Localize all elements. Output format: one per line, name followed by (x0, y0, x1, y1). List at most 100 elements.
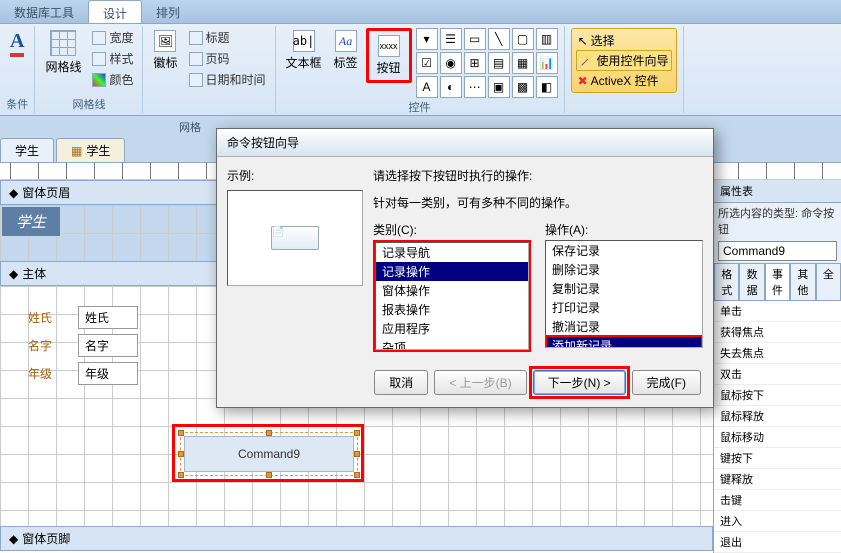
prop-tab-format[interactable]: 格式 (714, 263, 739, 300)
ctrl-e-icon[interactable]: ▩ (512, 76, 534, 98)
gridlines-button[interactable]: 网格线 (41, 28, 85, 77)
select-button[interactable]: ↖选择 (576, 31, 672, 50)
category-item[interactable]: 记录操作 (376, 262, 528, 281)
color-button[interactable]: 颜色 (89, 70, 136, 89)
logo-button[interactable]: 🖼徽标 (149, 28, 181, 73)
action-item[interactable]: 删除记录 (546, 260, 702, 279)
prop-tab-event[interactable]: 事件 (765, 263, 790, 300)
prop-row[interactable]: 鼠标释放 (714, 406, 841, 427)
field-lastname-box[interactable]: 姓氏 (78, 306, 138, 329)
prop-event-list[interactable]: 单击 获得焦点 失去焦点 双击 鼠标按下 鼠标释放 鼠标移动 键按下 键释放 击… (714, 301, 841, 553)
action-item[interactable]: 复制记录 (546, 279, 702, 298)
style-button[interactable]: 样式 (89, 49, 136, 68)
command9-button[interactable]: Command9 (184, 436, 354, 472)
ctrl-sub-icon[interactable]: ▭ (464, 28, 486, 50)
use-wizard-toggle[interactable]: 🪄使用控件向导 (576, 50, 672, 71)
example-button-icon: 📄 (271, 226, 319, 250)
field-grade[interactable]: 年级 年级 (28, 362, 138, 385)
category-item[interactable]: 应用程序 (376, 319, 528, 338)
group-conditional-label: 条件 (6, 95, 28, 113)
tab-design[interactable]: 设计 (88, 0, 142, 23)
prop-row[interactable]: 键按下 (714, 448, 841, 469)
ctrl-check-icon[interactable]: ☑ (416, 52, 438, 74)
instruction1: 请选择按下按钮时执行的操作: (373, 167, 703, 184)
textbox-button[interactable]: ab|文本框 (282, 28, 326, 73)
category-listbox[interactable]: 记录导航记录操作窗体操作报表操作应用程序杂项 (375, 242, 529, 350)
ctrl-c-icon[interactable]: ⋯ (464, 76, 486, 98)
action-item[interactable]: 添加新记录 (546, 336, 702, 348)
field-firstname-box[interactable]: 名字 (78, 334, 138, 357)
command-button-wizard-dialog: 命令按钮向导 示例: 📄 请选择按下按钮时执行的操作: 针对每一类别，可有多种不… (216, 128, 714, 408)
ctrl-tab-icon[interactable]: ▤ (488, 52, 510, 74)
tab-arrange[interactable]: 排列 (142, 0, 194, 23)
select-panel: ↖选择 🪄使用控件向导 ✖ActiveX 控件 (571, 28, 677, 93)
ctrl-combo-icon[interactable]: ▾ (416, 28, 438, 50)
ribbon-tabs: 数据库工具 设计 排列 (0, 0, 841, 24)
doc-tab-student2[interactable]: ▦学生 (56, 138, 125, 162)
category-item[interactable]: 记录导航 (376, 243, 528, 262)
title-button[interactable]: 标题 (186, 28, 269, 47)
ctrl-chart-icon[interactable]: 📊 (536, 52, 558, 74)
ribbon: A 条件 网格线 宽度 样式 颜色 网格线 🖼徽标 标题 页码 日期和时间 (0, 24, 841, 116)
ctrl-img-icon[interactable]: ▥ (536, 28, 558, 50)
prop-row[interactable]: 鼠标按下 (714, 385, 841, 406)
doc-tab-student1[interactable]: 学生 (0, 138, 54, 162)
label-button[interactable]: Aa标签 (330, 28, 362, 73)
field-grade-box[interactable]: 年级 (78, 362, 138, 385)
dialog-title: 命令按钮向导 (217, 129, 713, 157)
prop-row[interactable]: 击键 (714, 490, 841, 511)
back-button[interactable]: < 上一步(B) (434, 370, 526, 395)
ctrl-page-icon[interactable]: ▦ (512, 52, 534, 74)
activex-button[interactable]: ✖ActiveX 控件 (576, 71, 672, 90)
prop-object-select[interactable]: Command9 (718, 241, 837, 261)
category-label: 类别(C): (373, 221, 531, 238)
action-item[interactable]: 打印记录 (546, 298, 702, 317)
finish-button[interactable]: 完成(F) (632, 370, 701, 395)
category-item[interactable]: 报表操作 (376, 300, 528, 319)
prop-row[interactable]: 失去焦点 (714, 343, 841, 364)
tab-dbtools[interactable]: 数据库工具 (0, 0, 88, 23)
ctrl-rect-icon[interactable]: ▢ (512, 28, 534, 50)
example-preview: 📄 (227, 190, 363, 286)
action-item[interactable]: 撤消记录 (546, 317, 702, 336)
property-sheet: 属性表 所选内容的类型: 命令按钮 Command9 格式 数据 事件 其他 全… (713, 180, 841, 553)
instruction2: 针对每一类别，可有多种不同的操作。 (373, 194, 703, 211)
field-firstname[interactable]: 名字 名字 (28, 334, 138, 357)
next-button[interactable]: 下一步(N) > (533, 370, 626, 395)
prop-tab-other[interactable]: 其他 (790, 263, 815, 300)
prop-tab-data[interactable]: 数据 (739, 263, 764, 300)
category-item[interactable]: 杂项 (376, 338, 528, 350)
ctrl-a-icon[interactable]: A (416, 76, 438, 98)
category-item[interactable]: 窗体操作 (376, 281, 528, 300)
form-title-label[interactable]: 学生 (2, 207, 60, 236)
ctrl-b-icon[interactable]: ◐ (440, 76, 462, 98)
prop-row[interactable]: 双击 (714, 364, 841, 385)
prop-title: 属性表 (714, 180, 841, 203)
action-listbox[interactable]: 保存记录删除记录复制记录打印记录撤消记录添加新记录 (545, 240, 703, 348)
action-label: 操作(A): (545, 221, 703, 238)
prop-row[interactable]: 进入 (714, 511, 841, 532)
prop-row[interactable]: 获得焦点 (714, 322, 841, 343)
field-lastname[interactable]: 姓氏 姓氏 (28, 306, 138, 329)
button-control-button[interactable]: xxxx按钮 (366, 28, 412, 83)
font-color-button[interactable]: A (6, 28, 28, 59)
width-button[interactable]: 宽度 (89, 28, 136, 47)
ctrl-d-icon[interactable]: ▣ (488, 76, 510, 98)
prop-row[interactable]: 鼠标移动 (714, 427, 841, 448)
ctrl-line-icon[interactable]: ╲ (488, 28, 510, 50)
prop-row[interactable]: 键释放 (714, 469, 841, 490)
example-label: 示例: (227, 167, 363, 184)
prop-subtitle: 所选内容的类型: 命令按钮 (714, 203, 841, 239)
datetime-button[interactable]: 日期和时间 (186, 70, 269, 89)
prop-row[interactable]: 单击 (714, 301, 841, 322)
ctrl-opt-icon[interactable]: ◉ (440, 52, 462, 74)
ctrl-list-icon[interactable]: ☰ (440, 28, 462, 50)
pageno-button[interactable]: 页码 (186, 49, 269, 68)
prop-tab-all[interactable]: 全 (816, 263, 841, 300)
cancel-button[interactable]: 取消 (374, 370, 428, 395)
prop-row[interactable]: 退出 (714, 532, 841, 553)
ctrl-f-icon[interactable]: ◧ (536, 76, 558, 98)
action-item[interactable]: 保存记录 (546, 241, 702, 260)
section-footer-bar[interactable]: ◆窗体页脚 (0, 526, 713, 551)
ctrl-tog-icon[interactable]: ⊞ (464, 52, 486, 74)
